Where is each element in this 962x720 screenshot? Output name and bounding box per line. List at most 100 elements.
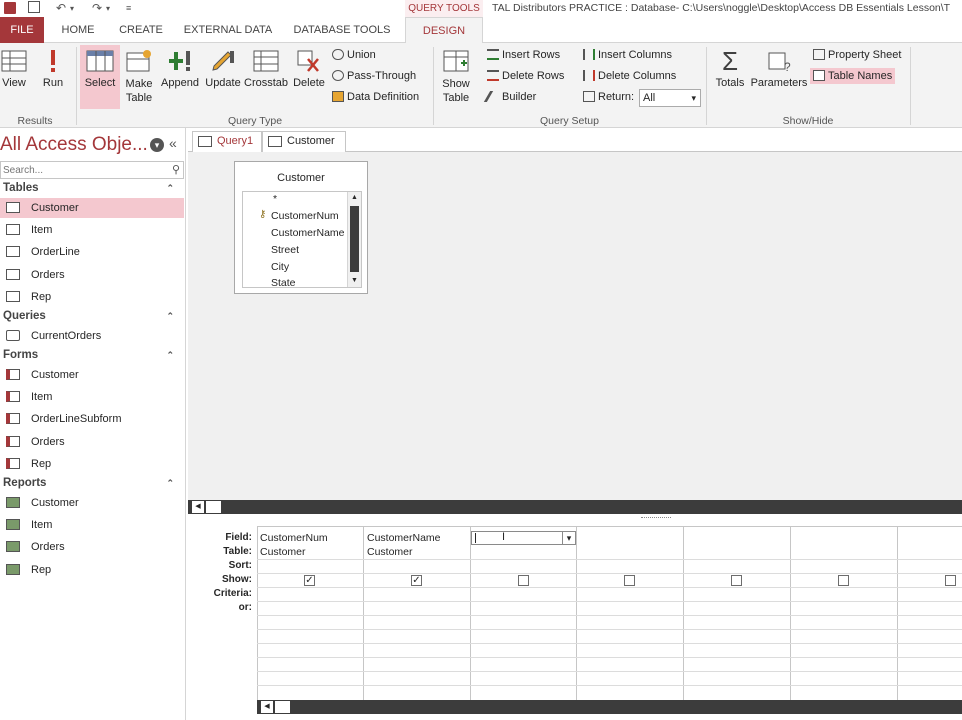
property-sheet-button[interactable]: Property Sheet <box>813 49 901 61</box>
nav-item-form-item[interactable]: Item <box>0 387 184 407</box>
grid-field-dropdown[interactable]: I ▾ <box>471 531 576 545</box>
union-button[interactable]: Union <box>332 49 376 61</box>
show-table-button[interactable]: Show Table <box>437 49 475 105</box>
delete-columns-button[interactable]: Delete Columns <box>583 70 676 82</box>
tab-design[interactable]: DESIGN <box>405 17 483 44</box>
nav-item-table-item[interactable]: Item <box>0 220 184 240</box>
pass-through-button[interactable]: Pass-Through <box>332 70 416 82</box>
grid-line <box>683 526 684 701</box>
crosstab-button[interactable]: Crosstab <box>244 49 288 89</box>
nav-category-queries[interactable]: Queries ⌃ <box>0 307 184 326</box>
grid-horizontal-scrollbar[interactable]: ◀ <box>257 700 962 714</box>
pane-splitter[interactable] <box>188 514 962 522</box>
tab-create[interactable]: CREATE <box>112 17 170 43</box>
save-icon[interactable] <box>28 1 40 13</box>
scroll-left-icon[interactable]: ◀ <box>192 501 204 513</box>
show-checkbox[interactable]: ✓ <box>304 575 315 586</box>
nav-item-form-customer[interactable]: Customer <box>0 365 184 385</box>
nav-pane-title[interactable]: All Access Obje... <box>0 134 148 156</box>
delete-rows-button[interactable]: Delete Rows <box>487 70 564 82</box>
tab-customer[interactable]: Customer <box>262 131 346 152</box>
parameters-button[interactable]: ? Parameters <box>750 49 808 89</box>
select-query-button[interactable]: Select <box>80 45 120 109</box>
customer-field-list-window[interactable]: Customer * ⚷ CustomerNum CustomerName St… <box>234 161 368 294</box>
nav-category-tables[interactable]: Tables ⌃ <box>0 179 184 198</box>
scroll-down-icon[interactable]: ▼ <box>348 275 361 287</box>
redo-dropdown-icon[interactable]: ▾ <box>106 4 110 13</box>
scroll-thumb[interactable] <box>206 501 221 513</box>
collapse-chevron-icon: ⌃ <box>166 183 174 193</box>
return-label: Return: <box>598 91 635 103</box>
nav-category-forms[interactable]: Forms ⌃ <box>0 346 184 365</box>
show-checkbox[interactable] <box>945 575 956 586</box>
update-button[interactable]: Update <box>204 49 242 89</box>
undo-dropdown-icon[interactable]: ▾ <box>70 4 74 13</box>
data-definition-button[interactable]: Data Definition <box>332 91 419 103</box>
table-names-icon <box>813 70 825 81</box>
run-button[interactable]: Run <box>38 49 68 89</box>
return-select[interactable]: All ▾ <box>639 89 701 107</box>
show-checkbox[interactable] <box>838 575 849 586</box>
collapse-chevron-icon: ⌃ <box>166 311 174 321</box>
grid-table-cell[interactable]: Customer <box>260 546 306 558</box>
nav-item-report-rep[interactable]: Rep <box>0 560 184 580</box>
nav-menu-chevron-icon[interactable]: ▾ <box>150 138 164 152</box>
insert-rows-button[interactable]: Insert Rows <box>487 49 560 61</box>
field-list-item[interactable]: City <box>271 261 289 273</box>
show-checkbox[interactable] <box>518 575 529 586</box>
grid-field-cell[interactable]: CustomerName <box>367 532 441 544</box>
view-button[interactable]: View <box>0 49 28 89</box>
nav-item-form-rep[interactable]: Rep <box>0 454 184 474</box>
tab-file[interactable]: FILE <box>0 17 44 43</box>
field-list-item[interactable]: State <box>271 277 296 287</box>
tab-database-tools[interactable]: DATABASE TOOLS <box>288 17 396 43</box>
show-checkbox[interactable]: ✓ <box>411 575 422 586</box>
scroll-thumb[interactable] <box>350 206 359 272</box>
make-table-button[interactable]: Make Table <box>122 49 156 105</box>
nav-item-form-orderlinesubform[interactable]: OrderLineSubform <box>0 409 184 429</box>
redo-icon[interactable]: ↷ <box>92 1 102 15</box>
nav-item-table-rep[interactable]: Rep <box>0 287 184 307</box>
customize-qat-icon[interactable]: ≡ <box>126 3 131 13</box>
scroll-thumb[interactable] <box>275 701 290 713</box>
append-button[interactable]: Append <box>158 49 202 89</box>
field-list-item[interactable]: CustomerNum <box>271 210 339 222</box>
doc-tab-label: Customer <box>287 135 335 147</box>
tab-home[interactable]: HOME <box>52 17 104 43</box>
field-list-scrollbar[interactable]: ▲ ▼ <box>347 192 361 287</box>
nav-item-query-currentorders[interactable]: CurrentOrders <box>0 326 184 346</box>
design-horizontal-scrollbar[interactable]: ◀ <box>188 500 962 514</box>
delete-query-button[interactable]: Delete <box>290 49 328 89</box>
nav-item-report-orders[interactable]: Orders <box>0 537 184 557</box>
builder-button[interactable]: Builder <box>483 91 536 103</box>
chevron-down-icon[interactable]: ▾ <box>562 531 575 545</box>
delete-label: Delete <box>293 77 325 89</box>
nav-item-table-orderline[interactable]: OrderLine <box>0 242 184 262</box>
field-list-item[interactable]: * <box>273 193 277 205</box>
shutter-bar-close-icon[interactable]: « <box>169 135 177 151</box>
undo-icon[interactable]: ↶ <box>56 1 66 15</box>
field-list-item[interactable]: Street <box>271 244 299 256</box>
grid-field-cell[interactable]: CustomerNum <box>260 532 328 544</box>
nav-item-form-orders[interactable]: Orders <box>0 432 184 452</box>
nav-item-report-customer[interactable]: Customer <box>0 493 184 513</box>
grid-table-cell[interactable]: Customer <box>367 546 413 558</box>
scroll-left-icon[interactable]: ◀ <box>261 701 273 713</box>
ribbon: View Run Results Select Make Table Appen… <box>0 43 962 128</box>
scroll-up-icon[interactable]: ▲ <box>348 192 361 204</box>
show-checkbox[interactable] <box>624 575 635 586</box>
totals-button[interactable]: Σ Totals <box>712 48 748 89</box>
nav-search-box[interactable]: ⚲ <box>0 161 184 179</box>
tab-external-data[interactable]: EXTERNAL DATA <box>180 17 276 43</box>
nav-item-report-item[interactable]: Item <box>0 515 184 535</box>
data-definition-label: Data Definition <box>347 91 420 103</box>
nav-item-table-customer[interactable]: Customer <box>0 198 184 218</box>
nav-category-reports[interactable]: Reports ⌃ <box>0 474 184 493</box>
tab-query1[interactable]: Query1 <box>192 131 262 152</box>
nav-item-table-orders[interactable]: Orders <box>0 265 184 285</box>
show-checkbox[interactable] <box>731 575 742 586</box>
insert-columns-button[interactable]: Insert Columns <box>583 49 672 61</box>
table-names-button[interactable]: Table Names <box>810 68 896 84</box>
nav-search-input[interactable] <box>1 162 161 178</box>
field-list-item[interactable]: CustomerName <box>271 227 345 239</box>
